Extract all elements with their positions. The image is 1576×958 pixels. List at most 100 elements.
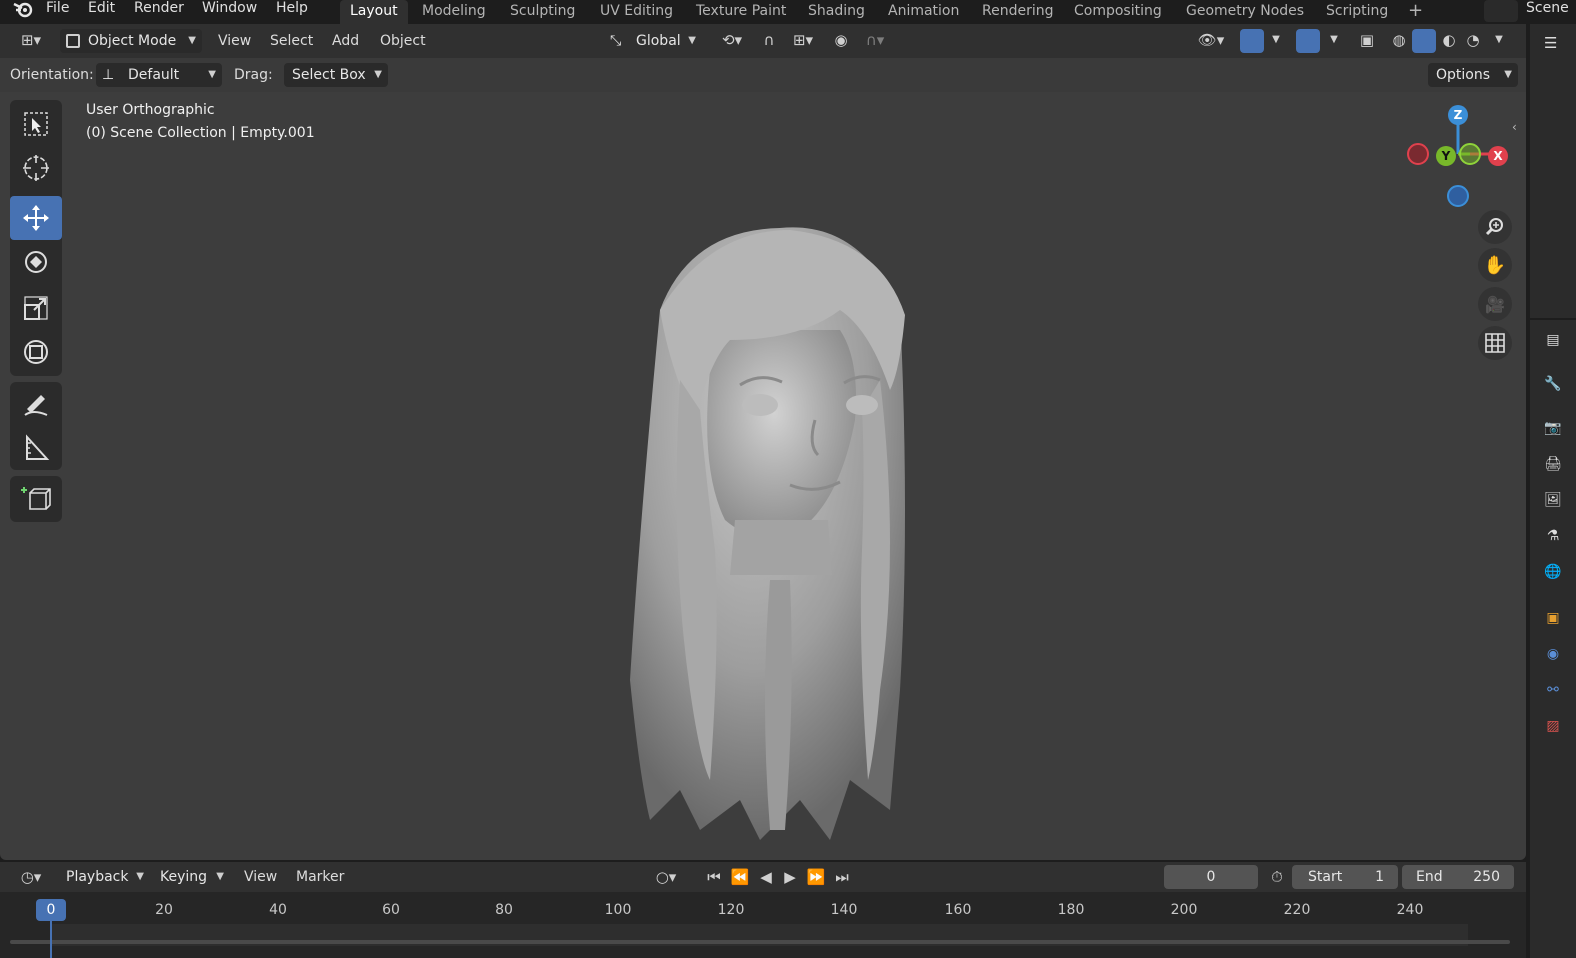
tab-rendering[interactable]: Rendering bbox=[972, 0, 1064, 24]
tab-uv-editing[interactable]: UV Editing bbox=[590, 0, 683, 24]
menu-window[interactable]: Window bbox=[202, 0, 257, 22]
constraint-properties-icon[interactable]: ⚯ bbox=[1538, 676, 1568, 704]
playhead-badge[interactable]: 0 bbox=[36, 899, 66, 921]
keying-dropdown[interactable]: Keying ▼ bbox=[152, 865, 230, 889]
view-layer-properties-icon[interactable]: 🖼 bbox=[1538, 486, 1568, 514]
sidebar-toggle-icon[interactable]: ‹ bbox=[1512, 120, 1517, 134]
cursor-tool[interactable] bbox=[10, 146, 62, 190]
orientation-value: Default bbox=[128, 67, 180, 83]
rotate-tool[interactable] bbox=[10, 240, 62, 284]
jump-to-next-keyframe-icon[interactable]: ⏩ bbox=[804, 867, 828, 887]
jump-to-end-icon[interactable]: ⏭ bbox=[832, 867, 852, 887]
gizmo-dropdown-icon[interactable]: ▼ bbox=[1266, 30, 1286, 50]
gizmo-y-axis-icon[interactable]: Y bbox=[1436, 146, 1456, 166]
move-tool[interactable] bbox=[10, 196, 62, 240]
falloff-icon[interactable]: ∩▾ bbox=[858, 30, 892, 50]
menu-file[interactable]: File bbox=[46, 0, 69, 22]
tab-geometry-nodes[interactable]: Geometry Nodes bbox=[1176, 0, 1314, 24]
snap-target-icon[interactable]: ⊞▾ bbox=[784, 30, 822, 50]
material-preview-icon[interactable]: ◐ bbox=[1438, 30, 1460, 50]
object-mode-dropdown[interactable]: Object Mode ▼ bbox=[60, 29, 202, 53]
wireframe-shading-icon[interactable]: ◍ bbox=[1388, 30, 1410, 50]
options-dropdown[interactable]: Options ▼ bbox=[1428, 63, 1518, 87]
timeline-menu-view[interactable]: View bbox=[244, 867, 277, 887]
head-model-mesh[interactable] bbox=[600, 220, 940, 850]
scene-properties-icon[interactable]: ⚗ bbox=[1538, 522, 1568, 550]
shading-options-icon[interactable]: ▼ bbox=[1488, 30, 1510, 50]
annotate-tool[interactable] bbox=[10, 382, 62, 426]
tab-texture-paint[interactable]: Texture Paint bbox=[686, 0, 796, 24]
add-cube-tool[interactable] bbox=[10, 477, 62, 521]
render-properties-icon[interactable]: 📷 bbox=[1538, 414, 1568, 442]
tab-sculpting[interactable]: Sculpting bbox=[500, 0, 585, 24]
tab-compositing[interactable]: Compositing bbox=[1064, 0, 1172, 24]
menu-select[interactable]: Select bbox=[270, 31, 313, 51]
current-frame-field[interactable]: 0 bbox=[1164, 865, 1258, 889]
menu-object[interactable]: Object bbox=[380, 31, 426, 51]
menu-add[interactable]: Add bbox=[332, 31, 359, 51]
play-reverse-icon[interactable]: ◀ bbox=[756, 867, 776, 887]
overlays-toggle-icon[interactable] bbox=[1296, 29, 1320, 53]
tab-scripting[interactable]: Scripting bbox=[1316, 0, 1398, 24]
output-properties-icon[interactable]: 🖨 bbox=[1538, 450, 1568, 478]
gizmo-z-axis-icon[interactable]: Z bbox=[1448, 105, 1468, 125]
tab-modeling[interactable]: Modeling bbox=[412, 0, 496, 24]
scale-tool[interactable] bbox=[10, 286, 62, 330]
blender-logo-icon[interactable] bbox=[12, 0, 34, 20]
menu-render[interactable]: Render bbox=[134, 0, 184, 22]
proportional-edit-icon[interactable]: ◉ bbox=[830, 30, 852, 50]
jump-to-start-icon[interactable]: ⏮ bbox=[704, 867, 724, 887]
gizmo-toggle-icon[interactable] bbox=[1240, 29, 1264, 53]
transform-tool[interactable] bbox=[10, 330, 62, 374]
gizmo-x-axis-icon[interactable]: X bbox=[1488, 146, 1508, 166]
add-workspace-icon[interactable]: + bbox=[1398, 0, 1433, 24]
jump-to-prev-keyframe-icon[interactable]: ⏪ bbox=[728, 867, 752, 887]
modifier-properties-icon[interactable]: ◉ bbox=[1538, 640, 1568, 668]
scene-name[interactable]: Scene bbox=[1526, 0, 1569, 16]
menu-help[interactable]: Help bbox=[276, 0, 308, 22]
solid-shading-icon[interactable] bbox=[1412, 29, 1436, 53]
play-icon[interactable]: ▶ bbox=[780, 867, 800, 887]
orientation-dropdown[interactable]: ⊥ Default ▼ bbox=[96, 63, 222, 87]
world-properties-icon[interactable]: 🌐 bbox=[1538, 558, 1568, 586]
playback-dropdown[interactable]: Playback ▼ bbox=[58, 865, 150, 889]
menu-edit[interactable]: Edit bbox=[88, 0, 115, 22]
editor-type-icon[interactable]: ⊞▾ bbox=[14, 30, 48, 50]
camera-view-button[interactable]: 🎥 bbox=[1478, 287, 1512, 321]
view-name-label: User Orthographic bbox=[86, 102, 215, 118]
timeline-scrollbar[interactable] bbox=[10, 940, 1510, 944]
options-label: Options bbox=[1436, 67, 1491, 83]
drag-dropdown[interactable]: Select Box ▼ bbox=[284, 63, 388, 87]
texture-properties-icon[interactable]: ▨ bbox=[1538, 712, 1568, 740]
timeline-menu-marker[interactable]: Marker bbox=[296, 867, 344, 887]
tab-animation[interactable]: Animation bbox=[878, 0, 969, 24]
zoom-button[interactable] bbox=[1478, 210, 1512, 244]
rendered-shading-icon[interactable]: ◔ bbox=[1462, 30, 1484, 50]
xray-toggle-icon[interactable]: ▣ bbox=[1356, 30, 1378, 50]
select-box-tool[interactable] bbox=[10, 102, 62, 146]
pan-button[interactable]: ✋ bbox=[1478, 248, 1512, 282]
visibility-eye-icon[interactable]: 👁▾ bbox=[1192, 30, 1230, 50]
hand-icon: ✋ bbox=[1483, 254, 1507, 276]
menu-view[interactable]: View bbox=[218, 31, 251, 51]
tick-80: 80 bbox=[495, 902, 513, 918]
tick-20: 20 bbox=[155, 902, 173, 918]
pivot-point-icon[interactable]: ⟲▾ bbox=[714, 30, 750, 50]
tab-layout[interactable]: Layout bbox=[340, 0, 408, 24]
stopwatch-icon[interactable]: ⏱ bbox=[1266, 867, 1288, 887]
perspective-toggle-button[interactable] bbox=[1478, 326, 1512, 360]
transform-orientation-dropdown[interactable]: ⤡ Global ▼ bbox=[604, 29, 702, 53]
snap-icon[interactable]: ∩ bbox=[758, 30, 780, 50]
overlays-dropdown-icon[interactable]: ▼ bbox=[1324, 30, 1344, 50]
measure-tool[interactable] bbox=[10, 426, 62, 470]
tab-shading[interactable]: Shading bbox=[798, 0, 875, 24]
end-frame-field[interactable]: End 250 bbox=[1402, 865, 1514, 889]
start-frame-field[interactable]: Start 1 bbox=[1292, 865, 1398, 889]
tool-properties-icon[interactable]: 🔧 bbox=[1538, 370, 1568, 398]
outliner-editor-icon[interactable]: ☰ bbox=[1544, 34, 1557, 52]
timeline-editor-type-icon[interactable]: ◷▾ bbox=[14, 867, 48, 887]
object-properties-icon[interactable]: ▣ bbox=[1538, 604, 1568, 632]
properties-editor-icon[interactable]: ▤ bbox=[1538, 326, 1568, 354]
auto-keying-icon[interactable]: ○▾ bbox=[646, 867, 686, 887]
scene-selector-icon[interactable] bbox=[1484, 0, 1518, 22]
